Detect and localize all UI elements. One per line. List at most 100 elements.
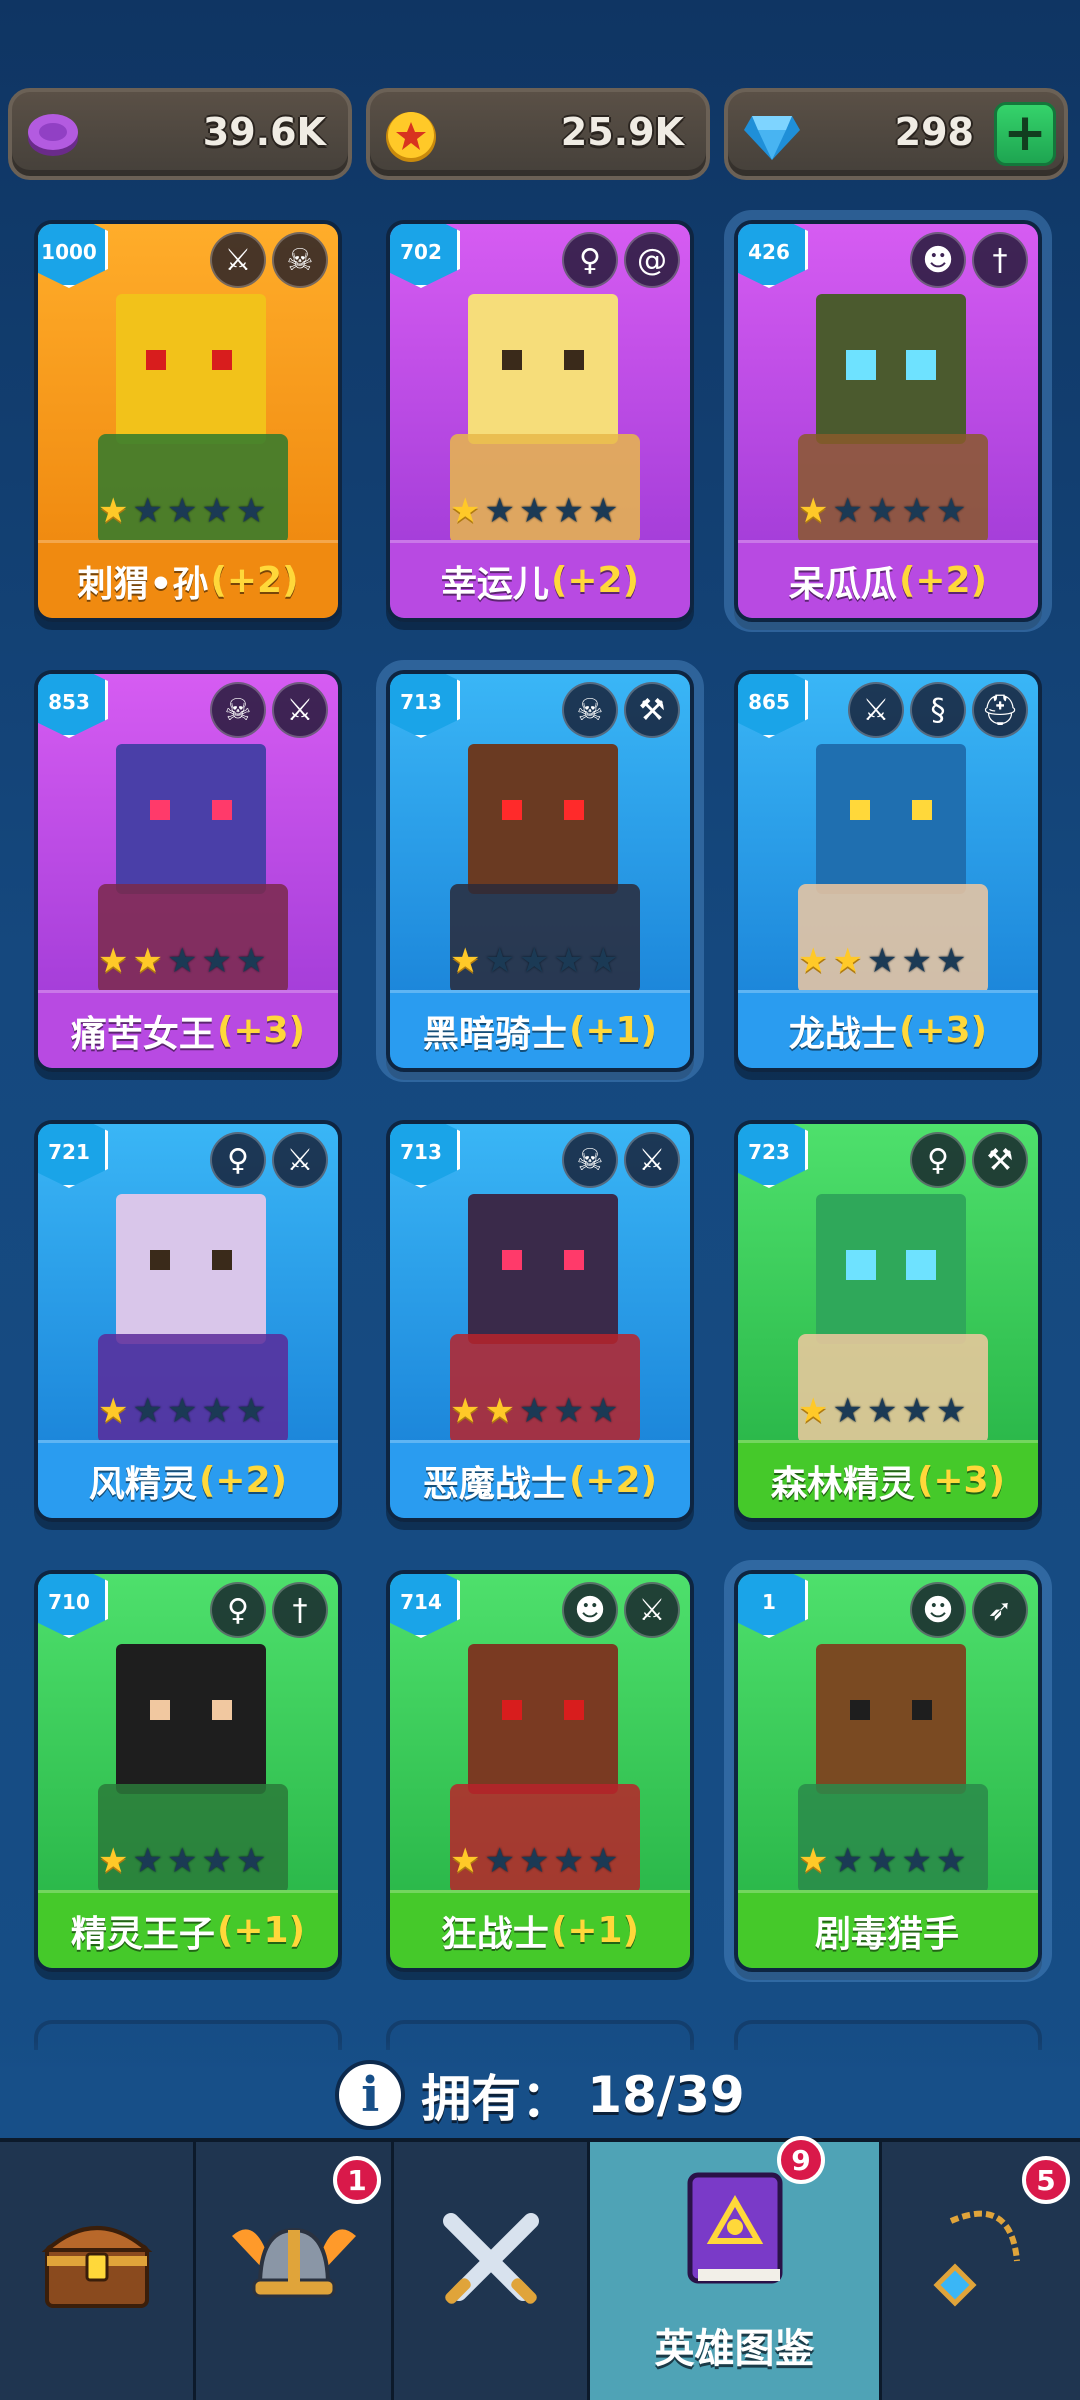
hero-name: 龙战士 (+3) <box>738 990 1038 1068</box>
star-icon: ★ <box>201 1391 232 1431</box>
star-icon: ★ <box>484 1841 515 1881</box>
trait-icons: ⚔ ☠ <box>210 232 328 288</box>
hero-bonus: (+1) <box>568 1010 658 1051</box>
star-icon: ★ <box>166 1391 198 1431</box>
hero-bonus: (+2) <box>550 560 640 601</box>
skull-icon: ☠ <box>272 232 328 288</box>
star-icon: ★ <box>901 1841 932 1881</box>
hero-name: 剧毒猎手 <box>738 1890 1038 1968</box>
sword-icon: ⚔ <box>624 1132 680 1188</box>
hero-card[interactable]: 1000 ⚔ ☠ ★ ★ ★ ★ ★ 刺猬•孙 (+2) <box>34 220 342 622</box>
hero-name: 呆瓜瓜 (+2) <box>738 540 1038 618</box>
notification-badge: 5 <box>1022 2156 1070 2204</box>
hero-name: 狂战士 (+1) <box>390 1890 690 1968</box>
star-icon: ★ <box>450 491 481 531</box>
character-head <box>816 1194 966 1344</box>
star-icon: ★ <box>166 1841 198 1881</box>
hero-name-text: 狂战士 <box>440 1913 549 1955</box>
sword-icon: ⚔ <box>848 682 904 738</box>
hammer-icon: ⚒ <box>624 682 680 738</box>
star-rating: ★ ★ ★ ★ ★ <box>450 494 618 528</box>
hero-card[interactable]: 721 ♀ ⚔ ★ ★ ★ ★ ★ 风精灵 (+2) <box>34 1120 342 1522</box>
hero-name-text: 黑暗骑士 <box>422 1013 567 1055</box>
sword-icon: ⚔ <box>210 232 266 288</box>
hero-card[interactable]: 1 ☻ ➶ ★ ★ ★ ★ ★ 剧毒猎手 <box>724 1560 1052 1982</box>
tab-heroes[interactable]: 1 <box>196 2142 394 2400</box>
character-head <box>116 1194 266 1344</box>
spellbook-icon <box>680 2169 790 2310</box>
hero-bonus: (+2) <box>568 1460 658 1501</box>
hero-card[interactable]: 714 ☻ ⚔ ★ ★ ★ ★ ★ 狂战士 (+1) <box>386 1570 694 1972</box>
purple-coin-value: 39.6K <box>202 110 326 154</box>
buy-gems-button[interactable]: + <box>994 102 1056 166</box>
star-rating: ★ ★ ★ ★ ★ <box>98 944 266 978</box>
character-head <box>116 1644 266 1794</box>
star-icon: ★ <box>866 1841 898 1881</box>
hero-name-text: 幸运儿 <box>440 563 549 605</box>
trait-icons: ☠ ⚔ <box>562 1132 680 1188</box>
hero-card[interactable]: 713 ☠ ⚒ ★ ★ ★ ★ ★ 黑暗骑士 (+1) <box>376 660 704 1082</box>
elf-icon: ♀ <box>910 1132 966 1188</box>
star-icon: ★ <box>798 941 829 981</box>
notification-badge: 9 <box>777 2136 825 2184</box>
tab-battle[interactable] <box>394 2142 590 2400</box>
amulet-icon <box>921 2201 1041 2342</box>
star-icon: ★ <box>201 941 232 981</box>
hero-card[interactable]: 713 ☠ ⚔ ★ ★ ★ ★ ★ 恶魔战士 (+2) <box>386 1120 694 1522</box>
character-head <box>116 294 266 444</box>
elf-icon: ♀ <box>210 1582 266 1638</box>
info-icon[interactable]: i <box>335 2060 406 2130</box>
hero-grid: 1000 ⚔ ☠ ★ ★ ★ ★ ★ 刺猬•孙 (+2) 702 ♀ @ ★ ★ ★ ★ ★ 幸运… <box>0 210 1080 2050</box>
hero-card[interactable]: 702 ♀ @ ★ ★ ★ ★ ★ 幸运儿 (+2) <box>386 220 694 622</box>
star-icon: ★ <box>798 1841 829 1881</box>
skull-icon: ☠ <box>562 682 618 738</box>
star-rating: ★ ★ ★ ★ ★ <box>98 1394 266 1428</box>
hero-name-text: 龙战士 <box>788 1013 897 1055</box>
tab-amulet[interactable]: 5 <box>882 2142 1080 2400</box>
character-head <box>116 744 266 894</box>
bottom-nav: 1 英雄图鉴 9 5 <box>0 2136 1080 2400</box>
star-icon: ★ <box>484 941 515 981</box>
hero-bonus: (+1) <box>550 1910 640 1951</box>
hero-bonus: (+2) <box>898 560 988 601</box>
hero-card[interactable]: 710 ♀ † ★ ★ ★ ★ ★ 精灵王子 (+1) <box>34 1570 342 1972</box>
hero-name: 精灵王子 (+1) <box>38 1890 338 1968</box>
trait-icons: ☻ † <box>910 232 1028 288</box>
hero-bonus: (+2) <box>210 560 299 601</box>
star-icon: ★ <box>235 491 267 531</box>
star-icon: ★ <box>832 941 863 981</box>
star-icon: ★ <box>235 1841 267 1881</box>
character-head <box>468 1194 618 1344</box>
star-icon: ★ <box>98 491 129 531</box>
hero-bonus: (+3) <box>898 1010 988 1051</box>
star-icon: ★ <box>553 1391 584 1431</box>
hero-card[interactable]: 853 ☠ ⚔ ★ ★ ★ ★ ★ 痛苦女王 (+3) <box>34 670 342 1072</box>
trait-icons: ☠ ⚒ <box>562 682 680 738</box>
hero-name: 黑暗骑士 (+1) <box>390 990 690 1068</box>
star-icon: ★ <box>901 491 932 531</box>
sword-icon: ⚔ <box>272 682 328 738</box>
tab-chest[interactable] <box>0 2142 196 2400</box>
hero-card[interactable]: 865 ⚔ § ⛑ ★ ★ ★ ★ ★ 龙战士 (+3) <box>734 670 1042 1072</box>
currency-gems: 298 + <box>724 88 1068 180</box>
character-head <box>816 744 966 894</box>
trait-icons: ♀ @ <box>562 232 680 288</box>
hero-name: 痛苦女王 (+3) <box>38 990 338 1068</box>
star-icon: ★ <box>832 491 863 531</box>
hero-card[interactable]: 723 ♀ ⚒ ★ ★ ★ ★ ★ 森林精灵 (+3) <box>734 1120 1042 1522</box>
skull-icon: ☠ <box>562 1132 618 1188</box>
star-icon: ★ <box>132 491 163 531</box>
currency-gold-coin: 25.9K <box>366 88 710 180</box>
hero-name-text: 刺猬•孙 <box>77 563 209 605</box>
trait-icons: ♀ ⚔ <box>210 1132 328 1188</box>
tab-codex[interactable]: 英雄图鉴 9 <box>590 2136 882 2400</box>
star-icon: ★ <box>553 491 584 531</box>
trait-icons: ♀ † <box>210 1582 328 1638</box>
star-icon: ★ <box>484 1391 515 1431</box>
star-rating: ★ ★ ★ ★ ★ <box>450 1394 618 1428</box>
trait-icons: ☻ ⚔ <box>562 1582 680 1638</box>
star-icon: ★ <box>201 1841 232 1881</box>
hero-card[interactable]: 426 ☻ † ★ ★ ★ ★ ★ 呆瓜瓜 (+2) <box>724 210 1052 632</box>
star-icon: ★ <box>132 941 163 981</box>
swirl-icon: @ <box>624 232 680 288</box>
